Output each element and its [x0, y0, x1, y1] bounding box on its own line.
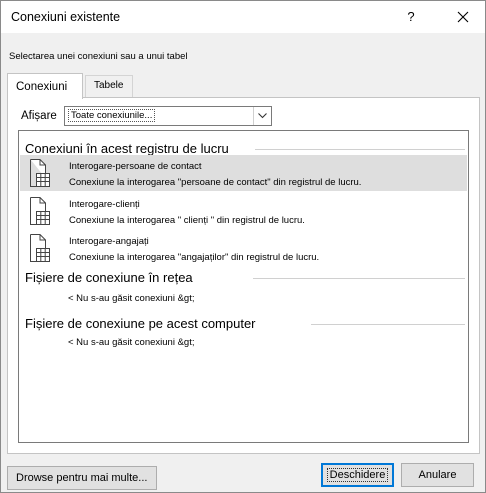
- show-dropdown-value: Toate conexiunile...: [67, 109, 156, 122]
- close-button[interactable]: [446, 1, 480, 33]
- tab-tables[interactable]: Tabele: [85, 75, 133, 97]
- section-title-workbook: Conexiuni în acest registru de lucru: [25, 141, 229, 156]
- close-icon: [457, 11, 469, 23]
- help-icon: ?: [407, 9, 415, 24]
- table-connection-icon: [30, 197, 50, 225]
- tab-connections-label: Conexiuni: [16, 81, 68, 93]
- title-bar: Conexiuni existente ?: [1, 1, 485, 33]
- connection-item[interactable]: Interogare-angajați Conexiune la interog…: [20, 230, 467, 266]
- connection-description: Conexiune la interogarea "angajaților" d…: [69, 252, 320, 263]
- connections-list[interactable]: Conexiuni în acest registru de lucru Int…: [18, 130, 469, 443]
- section-divider: [311, 324, 465, 325]
- cancel-button[interactable]: Anulare: [401, 463, 474, 487]
- connection-item[interactable]: Interogare-clienți Conexiune la interoga…: [20, 193, 467, 229]
- connection-name: Interogare-persoane de contact: [69, 161, 202, 172]
- section-divider: [253, 278, 465, 279]
- dropdown-arrow[interactable]: [253, 107, 271, 125]
- connection-description: Conexiune la interogarea "persoane de co…: [69, 177, 362, 188]
- empty-message: < Nu s-au găsit conexiuni &gt;: [68, 293, 195, 304]
- empty-message: < Nu s-au găsit conexiuni &gt;: [68, 337, 195, 348]
- chevron-down-icon: [258, 113, 267, 119]
- table-connection-icon: [30, 234, 50, 262]
- show-dropdown[interactable]: Toate conexiunile...: [64, 106, 272, 126]
- connection-name: Interogare-angajați: [69, 236, 149, 247]
- tab-connections[interactable]: Conexiuni: [7, 73, 83, 99]
- connection-name: Interogare-clienți: [69, 199, 140, 210]
- help-button[interactable]: ?: [394, 1, 428, 33]
- section-title-computer: Fișiere de conexiune pe acest computer: [25, 316, 256, 331]
- existing-connections-dialog: Conexiuni existente ? Selectarea unei co…: [0, 0, 486, 493]
- connection-item[interactable]: Interogare-persoane de contact Conexiune…: [20, 155, 467, 191]
- tab-tables-label: Tabele: [94, 80, 124, 91]
- instruction-text: Selectarea unei conexiuni sau a unui tab…: [9, 51, 188, 62]
- table-connection-icon: [30, 159, 50, 187]
- dialog-title: Conexiuni existente: [11, 10, 121, 24]
- section-title-network: Fișiere de conexiune în rețea: [25, 270, 193, 285]
- open-button[interactable]: Deschidere: [321, 463, 394, 487]
- browse-button[interactable]: Drowse pentru mai multe...: [7, 466, 157, 490]
- connections-panel: Afișare Toate conexiunile... Conexiuni î…: [7, 97, 480, 454]
- section-divider: [255, 149, 465, 150]
- open-button-label: Deschidere: [326, 468, 389, 482]
- connection-description: Conexiune la interogarea " clienți " din…: [69, 215, 305, 226]
- show-label: Afișare: [21, 110, 57, 122]
